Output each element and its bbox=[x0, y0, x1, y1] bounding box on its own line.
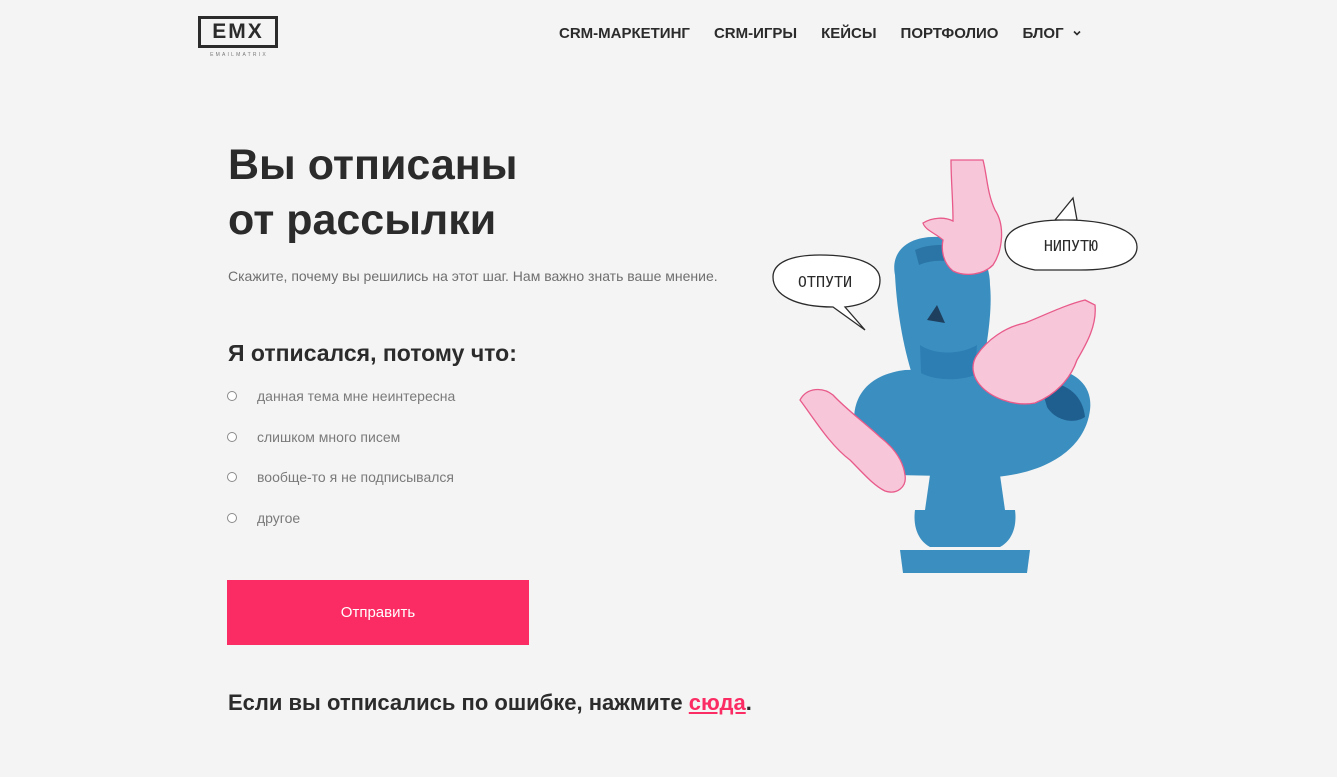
logo[interactable]: EMX EMAILMATRIX bbox=[198, 16, 280, 62]
resubscribe-link[interactable]: сюда bbox=[689, 690, 746, 715]
chevron-down-icon bbox=[1073, 30, 1081, 36]
reason-option-label: вообще-то я не подписывался bbox=[257, 469, 454, 485]
speech-bubble-right-text: НИПУТЮ bbox=[1044, 237, 1098, 255]
reason-option[interactable]: данная тема мне неинтересна bbox=[227, 385, 455, 407]
logo-mark: EMX bbox=[198, 16, 278, 48]
page-subtitle: Скажите, почему вы решились на этот шаг.… bbox=[228, 268, 718, 284]
speech-bubble-left-text: ОТПУТИ bbox=[798, 273, 852, 291]
speech-bubble-left: ОТПУТИ bbox=[772, 254, 881, 331]
radio-button[interactable] bbox=[227, 431, 237, 442]
nav-item-crm-games[interactable]: CRM-ИГРЫ bbox=[714, 25, 797, 42]
reason-option[interactable]: слишком много писем bbox=[227, 426, 455, 448]
reason-option-label: другое bbox=[257, 509, 301, 526]
nav-item-portfolio[interactable]: ПОРТФОЛИО bbox=[901, 25, 999, 42]
footer-note: Если вы отписались по ошибке, нажмите сю… bbox=[228, 690, 752, 716]
reason-option[interactable]: вообще-то я не подписывался bbox=[227, 466, 455, 488]
footer-note-suffix: . bbox=[745, 690, 752, 715]
statue-illustration: ОТПУТИ НИПУТЮ bbox=[772, 159, 1138, 573]
reason-heading: Я отписался, потому что: bbox=[228, 340, 517, 366]
reason-option-label: слишком много писем bbox=[257, 428, 401, 445]
statue-bust bbox=[854, 236, 1091, 573]
radio-button[interactable] bbox=[227, 391, 237, 401]
reason-options: данная тема мне неинтересна слишком мног… bbox=[227, 385, 455, 547]
radio-button[interactable] bbox=[227, 472, 237, 482]
submit-button[interactable]: Отправить bbox=[227, 580, 529, 645]
footer-note-prefix: Если вы отписались по ошибке, нажмите bbox=[228, 690, 689, 715]
nav-item-blog-label: БЛОГ bbox=[1022, 24, 1064, 42]
logo-subtext: EMAILMATRIX bbox=[210, 52, 268, 58]
nav-item-crm-marketing[interactable]: CRM-МАРКЕТИНГ bbox=[559, 25, 690, 42]
nav-item-cases[interactable]: КЕЙСЫ bbox=[821, 25, 876, 42]
page-title-line-1: Вы отписаны bbox=[228, 141, 518, 189]
reason-option-label: данная тема мне неинтересна bbox=[257, 388, 456, 404]
nav-item-blog[interactable]: БЛОГ bbox=[1022, 25, 1081, 42]
speech-bubble-right: НИПУТЮ bbox=[1004, 196, 1138, 271]
page-title: Вы отписаны от рассылки bbox=[228, 138, 708, 248]
reason-option[interactable]: другое bbox=[227, 507, 455, 529]
page-title-line-2: от рассылки bbox=[228, 196, 497, 244]
main-nav: CRM-МАРКЕТИНГ CRM-ИГРЫ КЕЙСЫ ПОРТФОЛИО Б… bbox=[559, 22, 1082, 44]
radio-button[interactable] bbox=[227, 512, 237, 523]
